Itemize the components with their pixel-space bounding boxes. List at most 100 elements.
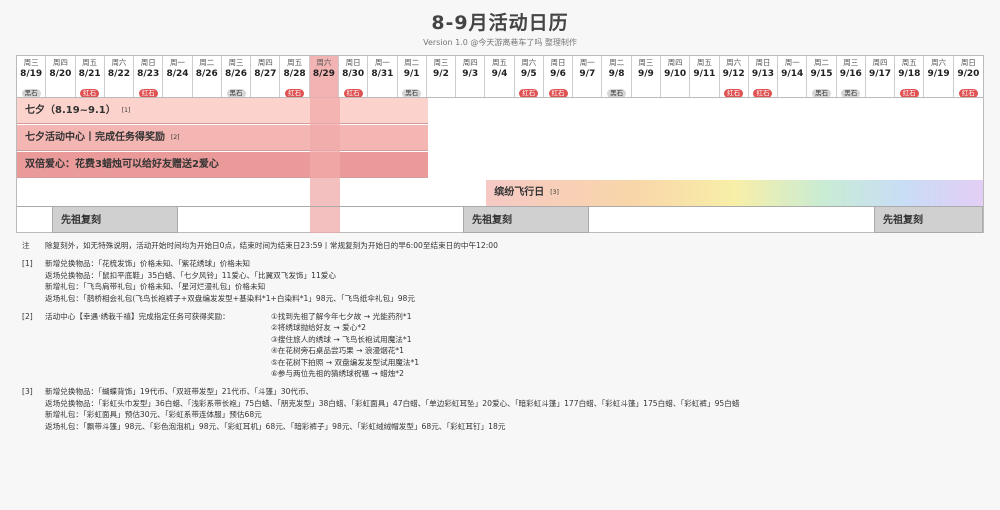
date-label: 9/12: [722, 69, 745, 79]
note-3: [3] 新增兑换物品：「蝴蝶背饰」19代币、「双班带发型」21代币、「斗篷」30…: [22, 386, 982, 432]
weekday-label: 周六: [521, 58, 537, 67]
date-label: 8/29: [312, 69, 335, 79]
note-general: 注 除复刻外，如无特殊说明，活动开始时间均为开始日0点，结束时间为结束日23:5…: [22, 240, 982, 251]
date-label: 8/26: [195, 69, 218, 79]
day-column: 周二 9/1 黑石: [398, 56, 427, 98]
ancestor-revisit-2-label: 先祖复刻: [472, 215, 512, 226]
date-label: 9/18: [898, 69, 921, 79]
day-column: 周三 8/19 黑石: [17, 56, 47, 98]
day-column: 周三 8/26 黑石: [222, 56, 252, 98]
note-2-step: ②将绣球抛给好友 → 爱心*2: [271, 323, 366, 333]
weekday-label: 周日: [345, 58, 361, 67]
date-label: 9/1: [403, 69, 420, 79]
ancestor-revisit-3-label: 先祖复刻: [883, 215, 923, 226]
note-3-line: 返场兑换物品：「彩虹头巾发型」36白蜡、「浅彩系带长袍」75白蜡、「朋克发型」3…: [45, 398, 740, 408]
calendar-grid: 周日 9/20 红石 周六 9/19 周五 9/18 红石 周四 9/17 周三 9/16 黑石 周二 9/…: [16, 55, 984, 233]
weekday-label: 周四: [872, 58, 888, 67]
day-column: 周五 9/4: [485, 56, 515, 97]
date-label: 8/30: [342, 69, 365, 79]
date-label: 8/21: [78, 69, 101, 79]
date-label: 8/19: [20, 69, 43, 79]
day-column: 周三 9/2: [427, 56, 457, 97]
date-label: 9/10: [664, 69, 687, 79]
event-qixi-label: 七夕（8.19~9.1）: [25, 105, 116, 116]
note-1: [1] 新增兑换物品：「花梳发饰」价格未知、「紫花绣球」价格未知 返场兑换物品：…: [22, 258, 982, 304]
date-label: 8/27: [254, 69, 277, 79]
day-column: 周三 9/9: [632, 56, 661, 97]
date-label: 8/20: [49, 69, 72, 79]
day-column: 周五 8/21 红石: [76, 56, 105, 98]
page-subtitle: Version 1.0 @今天游离巷车了吗 整理制作: [423, 38, 577, 47]
weekday-label: 周日: [755, 58, 771, 67]
day-column: 周六 9/5 红石: [515, 56, 544, 98]
note-2-mark: [2]: [22, 312, 33, 322]
weekday-label: 周一: [579, 58, 595, 67]
event-fly-day-label: 缤纷飞行日: [494, 187, 545, 198]
note-2-head: 活动中心【幸遇·绣栽千禧】完成指定任务可获得奖励：: [45, 312, 230, 322]
note-1-line: 新增兑换物品：「花梳发饰」价格未知、「紫花绣球」价格未知: [45, 259, 251, 269]
notes-section: 注 除复刻外，如无特殊说明，活动开始时间均为开始日0点，结束时间为结束日23:5…: [22, 240, 982, 432]
event-qixi-ref: [1]: [121, 107, 131, 114]
weekday-label: 周一: [169, 58, 185, 67]
day-column: 周四 8/20: [46, 56, 76, 97]
day-column: 周五 9/11: [690, 56, 720, 97]
date-label: 8/24: [166, 69, 189, 79]
weekday-label: 周四: [52, 58, 68, 67]
day-column: 周四 8/27: [251, 56, 281, 97]
day-column: 周日 8/23 红石: [134, 56, 164, 98]
day-column: 周日 9/13 红石: [749, 56, 779, 98]
day-column: 周二 8/26: [193, 56, 222, 97]
day-column: 周日 9/6 红石: [544, 56, 574, 98]
weekday-label: 周三: [228, 58, 244, 67]
day-column: 周六 9/12 红石: [720, 56, 749, 98]
weekday-label: 周日: [960, 58, 976, 67]
weekday-label: 周四: [462, 58, 478, 67]
note-2: [2] 活动中心【幸遇·绣栽千禧】完成指定任务可获得奖励： ①找到先祖了解今年七…: [22, 311, 982, 379]
date-label: 9/20: [957, 69, 980, 79]
note-3-line: 新增礼包：「彩虹面具」预估30元、「彩虹系带连体服」预估68元: [45, 410, 262, 420]
date-label: 8/22: [107, 69, 130, 79]
note-1-line: 新增礼包：「飞鸟肩带礼包」价格未知、「星河烂漫礼包」价格未知: [45, 282, 266, 292]
weekday-label: 周二: [404, 58, 420, 67]
date-label: 9/8: [608, 69, 625, 79]
weekday-label: 周三: [433, 58, 449, 67]
note-2-step: ⑤在花树下拍照 → 双盘编发发型试用魔法*1: [271, 357, 420, 367]
date-label: 8/31: [371, 69, 394, 79]
day-column: 周四 9/10: [661, 56, 691, 97]
day-column: 周一 8/24: [163, 56, 193, 97]
day-column: 周六 8/22: [105, 56, 135, 97]
date-label: 9/16: [839, 69, 862, 79]
day-column: 周一 9/14: [778, 56, 808, 97]
day-column: 周五 8/28 红石: [280, 56, 310, 98]
date-label: 8/26: [225, 69, 248, 79]
day-column: 周日 9/20 红石: [954, 56, 983, 98]
weekday-label: 周三: [843, 58, 859, 67]
weekday-label: 周六: [726, 58, 742, 67]
event-double-heart-label: 双倍爱心：花费3蜡烛可以给好友赠送2爱心: [25, 159, 219, 170]
weekday-label: 周五: [901, 58, 917, 67]
weekday-label: 周五: [696, 58, 712, 67]
today-column-highlight: [310, 97, 340, 233]
day-column: 周六 8/29: [309, 56, 339, 97]
date-label: 9/6: [550, 69, 566, 79]
event-fly-day-ref: [3]: [550, 189, 559, 196]
weekday-label: 周一: [784, 58, 800, 67]
event-qixi: 七夕（8.19~9.1） [1]: [17, 98, 428, 124]
note-general-mark: 注: [22, 241, 30, 250]
day-column: 周五 9/18 红石: [895, 56, 925, 98]
note-2-step: ⑥参与两位先祖的猜绣球祝福 → 蜡烛*2: [271, 369, 404, 379]
weekday-label: 周日: [550, 58, 566, 67]
event-center: 七夕活动中心丨完成任务得奖励 [2]: [17, 125, 428, 151]
date-label: 9/9: [637, 69, 654, 79]
day-column: 周四 9/17: [866, 56, 896, 97]
ancestor-revisit-1-label: 先祖复刻: [61, 215, 101, 226]
date-label: 9/4: [491, 69, 508, 79]
note-1-mark: [1]: [22, 259, 33, 269]
date-label: 9/14: [781, 69, 804, 79]
event-fly-day: 缤纷飞行日 [3]: [486, 180, 984, 206]
weekday-label: 周五: [491, 58, 507, 67]
weekday-label: 周五: [287, 58, 303, 67]
weekday-label: 周六: [316, 58, 332, 67]
weekday-label: 周日: [140, 58, 156, 67]
note-3-line: 返场礼包：「飘带斗篷」98元、「彩色泡泡机」98元、「彩虹耳机」68元、「暗彩裤…: [45, 421, 506, 431]
